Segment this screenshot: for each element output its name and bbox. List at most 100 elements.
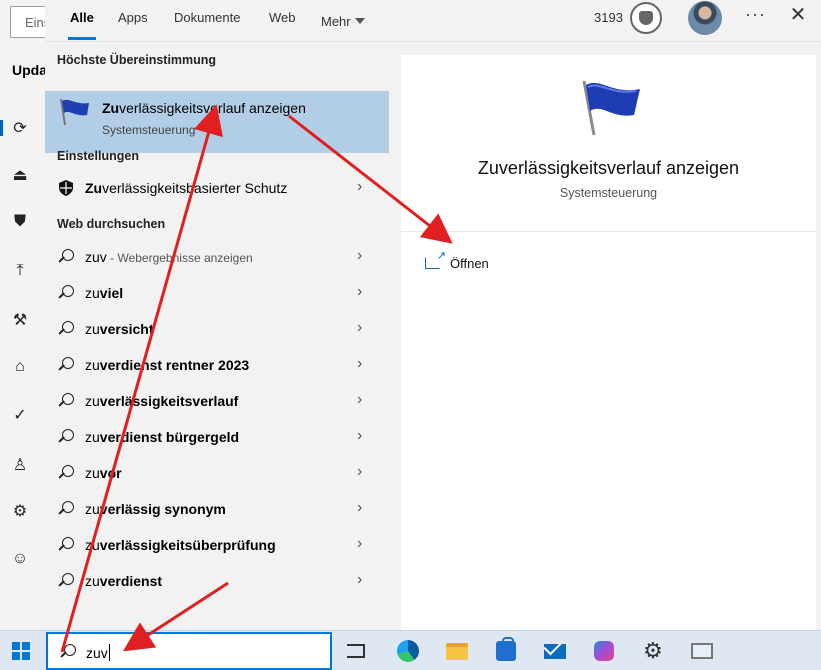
tab-documents[interactable]: Dokumente [174, 10, 240, 32]
web-result-item[interactable]: zuviel › [45, 276, 389, 312]
reliability-monitor-icon[interactable] [690, 639, 714, 663]
web-result-label: zuv - Webergebnisse anzeigen [85, 249, 253, 265]
background-search-field[interactable]: Eins [10, 6, 50, 38]
shield-icon [57, 179, 75, 197]
chevron-right-icon[interactable]: › [357, 499, 362, 517]
settings-result-item[interactable]: Zuverlässigkeitsbasierter Schutz › [45, 171, 389, 207]
tab-more[interactable]: Mehr [321, 10, 365, 32]
rewards-points: 3193 [594, 10, 623, 25]
more-options-button[interactable]: ··· [745, 4, 766, 25]
web-result-label: zuvor [85, 465, 122, 481]
search-icon [57, 284, 75, 302]
chevron-down-icon [354, 18, 365, 24]
chevron-right-icon[interactable]: › [357, 178, 362, 196]
web-result-item[interactable]: zuversicht › [45, 312, 389, 348]
divider [401, 231, 816, 232]
search-icon [57, 248, 75, 266]
flag-icon [60, 98, 89, 126]
background-settings-sidebar: Eins Upda ⟳ ⏏ ⛊ ⤒ ⚒ ⌂ ✓ ♙ ⚙ ☺ [0, 0, 50, 630]
preview-pane: Zuverlässigkeitsverlauf anzeigen Systems… [401, 55, 816, 630]
web-result-item[interactable]: zuverlässigkeitsüberprüfung › [45, 528, 389, 564]
background-window-title: Upda [12, 62, 47, 78]
chevron-right-icon[interactable]: › [357, 571, 362, 589]
wrench-icon[interactable]: ⚒ [8, 308, 32, 332]
web-result-item[interactable]: zuverdienst bürgergeld › [45, 420, 389, 456]
mail-icon[interactable] [543, 639, 567, 663]
search-icon [57, 572, 75, 590]
tab-apps[interactable]: Apps [118, 10, 148, 32]
sync-icon[interactable]: ⟳ [0, 116, 32, 140]
web-result-item[interactable]: zuverlässigkeitsverlauf › [45, 384, 389, 420]
taskbar-search-input[interactable]: zuv [46, 632, 332, 670]
search-icon [57, 500, 75, 518]
search-icon [57, 428, 75, 446]
best-match-subtitle: Systemsteuerung [102, 123, 196, 137]
web-result-item[interactable]: zuverdienst › [45, 564, 389, 600]
web-result-item[interactable]: zuvor › [45, 456, 389, 492]
search-icon [57, 392, 75, 410]
task-view-icon[interactable] [344, 639, 368, 663]
section-web: Web durchsuchen [57, 217, 166, 231]
taskbar: zuv ⚙ [0, 630, 821, 670]
web-result-label: zuviel [85, 285, 124, 301]
open-label: Öffnen [450, 255, 489, 271]
open-external-icon [425, 249, 446, 269]
settings-gear-icon[interactable]: ⚙ [641, 639, 665, 663]
chevron-right-icon[interactable]: › [357, 463, 362, 481]
preview-subtitle: Systemsteuerung [559, 186, 658, 200]
activation-icon[interactable]: ✓ [8, 403, 32, 427]
web-result-label: zuverdienst rentner 2023 [85, 357, 250, 373]
windows-start-icon[interactable] [12, 642, 30, 660]
tab-all[interactable]: Alle [68, 10, 96, 40]
search-panel: Alle Apps Dokumente Web Mehr 3193 ··· ✕ … [45, 0, 821, 630]
close-button[interactable]: ✕ [787, 2, 809, 27]
chevron-right-icon[interactable]: › [357, 247, 362, 265]
upload-icon[interactable]: ⤒ [8, 259, 32, 283]
results-list: Höchste Übereinstimmung Zuverlässigkeits… [45, 42, 400, 630]
insider-icon[interactable]: ☺ [8, 547, 32, 571]
section-best-match: Höchste Übereinstimmung [57, 53, 217, 67]
web-result-label: zuversicht [85, 321, 154, 337]
web-result-item[interactable]: zuverlässig synonym › [45, 492, 389, 528]
web-result-label: zuverlässig synonym [85, 501, 226, 517]
search-icon [57, 320, 75, 338]
chevron-right-icon[interactable]: › [357, 355, 362, 373]
tab-more-label: Mehr [321, 13, 351, 29]
settings-result-label: Zuverlässigkeitsbasierter Schutz [85, 180, 288, 196]
chevron-right-icon[interactable]: › [357, 319, 362, 337]
search-icon [57, 464, 75, 482]
copilot-icon[interactable] [592, 639, 616, 663]
recovery-icon[interactable]: ⌂ [8, 355, 32, 379]
open-action[interactable]: Öffnen [425, 249, 489, 275]
chevron-right-icon[interactable]: › [357, 283, 362, 301]
web-result-label: zuverlässigkeitsüberprüfung [85, 537, 276, 553]
avatar[interactable] [688, 1, 722, 35]
web-result-label: zuverdienst [85, 573, 163, 589]
edge-icon[interactable] [396, 639, 420, 663]
web-result-label: zuverlässigkeitsverlauf [85, 393, 239, 409]
store-icon[interactable] [494, 637, 518, 663]
section-settings: Einstellungen [57, 149, 139, 163]
chevron-right-icon[interactable]: › [357, 535, 362, 553]
web-result-item[interactable]: zuverdienst rentner 2023 › [45, 348, 389, 384]
chevron-right-icon[interactable]: › [357, 427, 362, 445]
shield-icon[interactable]: ⛊ [8, 210, 32, 234]
web-result-item[interactable]: zuv - Webergebnisse anzeigen › [45, 240, 389, 276]
find-device-icon[interactable]: ♙ [8, 453, 32, 477]
file-explorer-icon[interactable] [445, 639, 469, 663]
tab-web[interactable]: Web [269, 10, 296, 32]
search-icon [60, 644, 76, 660]
delivery-icon[interactable]: ⏏ [8, 163, 32, 187]
search-tabs: Alle Apps Dokumente Web Mehr 3193 ··· ✕ [45, 0, 821, 42]
chevron-right-icon[interactable]: › [357, 391, 362, 409]
developer-icon[interactable]: ⚙ [8, 499, 32, 523]
best-match-title: Zuverlässigkeitsverlauf anzeigen [102, 100, 306, 116]
web-result-label: zuverdienst bürgergeld [85, 429, 240, 445]
search-icon [57, 536, 75, 554]
search-icon [57, 356, 75, 374]
best-match-item[interactable]: Zuverlässigkeitsverlauf anzeigen Systems… [45, 91, 389, 153]
rewards-trophy-icon[interactable] [630, 2, 662, 34]
flag-icon [582, 80, 640, 136]
search-value: zuv [86, 644, 110, 661]
preview-title: Zuverlässigkeitsverlauf anzeigen [477, 158, 740, 178]
